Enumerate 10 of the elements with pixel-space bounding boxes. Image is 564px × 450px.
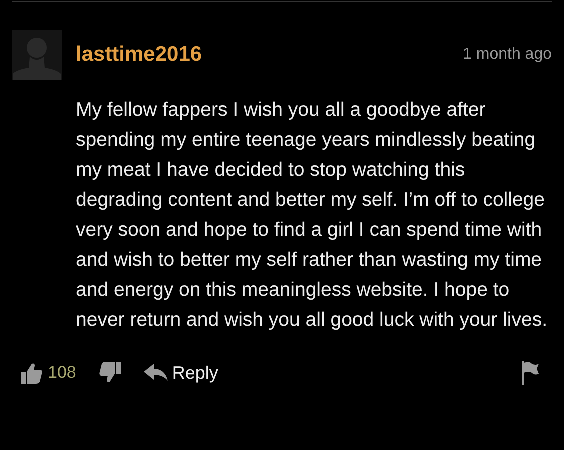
timestamp: 1 month ago <box>463 46 552 64</box>
comment-text: My fellow fappers I wish you all a goodbye after spending my entire teenage years mindlessly beating my meat I have decided to stop watching this degrading content and better my self. I’m off to college very soon and hope to find a girl I can spend time with and wish to better my self rather than wasting my time and energy on this meaningless website. I hope to never return and wish you all good luck with your lives. <box>76 98 548 333</box>
username[interactable]: lasttime2016 <box>76 43 202 67</box>
reply-button[interactable]: Reply <box>144 362 218 384</box>
reply-arrow-icon <box>144 363 168 383</box>
thumbs-down-icon[interactable] <box>98 361 122 385</box>
like-count: 108 <box>48 363 76 383</box>
flag-icon[interactable] <box>520 361 540 385</box>
thumbs-up-icon[interactable] <box>20 361 44 385</box>
avatar-icon <box>12 30 62 80</box>
